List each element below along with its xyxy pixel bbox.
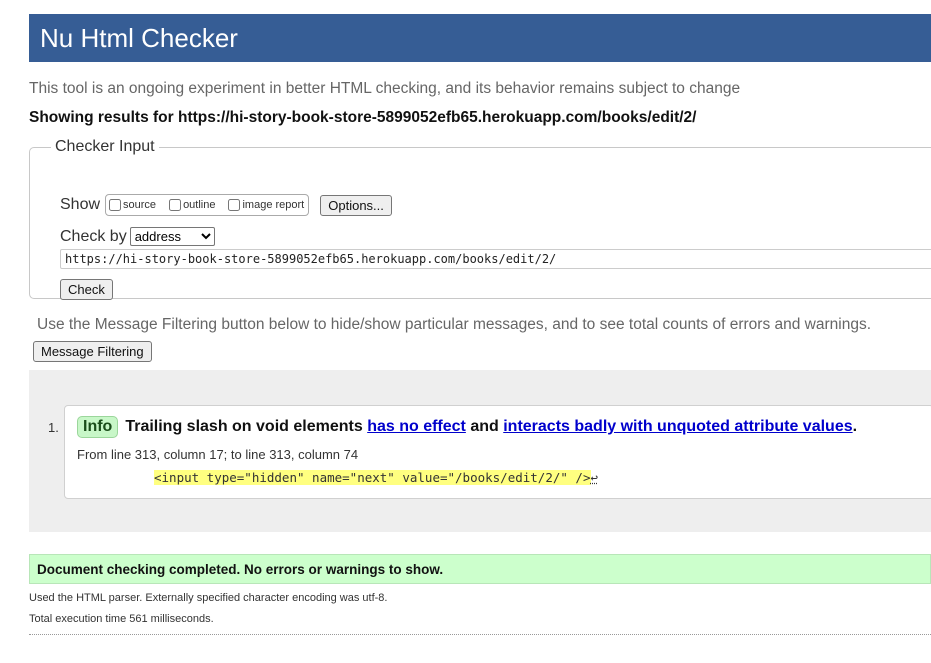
show-options-group: source outline image report bbox=[105, 194, 310, 216]
show-label: Show bbox=[60, 196, 101, 213]
app-title: Nu Html Checker bbox=[40, 23, 238, 53]
image-report-label: image report bbox=[242, 199, 305, 211]
code-highlight: <input type="hidden" name="next" value="… bbox=[154, 470, 591, 485]
intro-text: This tool is an ongoing experiment in be… bbox=[29, 80, 741, 97]
source-checkbox[interactable] bbox=[109, 199, 122, 211]
message-text-after: . bbox=[852, 418, 858, 435]
url-input[interactable] bbox=[60, 249, 931, 269]
info-badge: Info bbox=[77, 416, 119, 438]
message-line: Info Trailing slash on void elements has … bbox=[77, 416, 857, 438]
showing-results-text: Showing results for https://hi-story-boo… bbox=[29, 109, 697, 126]
message-item: Info Trailing slash on void elements has … bbox=[64, 405, 931, 499]
parser-note: Used the HTML parser. Externally specifi… bbox=[29, 592, 388, 604]
message-location: From line 313, column 17; to line 313, c… bbox=[77, 447, 359, 462]
show-image-report-option[interactable]: image report bbox=[225, 199, 304, 211]
message-text-middle: and bbox=[470, 418, 499, 435]
image-report-checkbox[interactable] bbox=[228, 199, 241, 211]
outline-label: outline bbox=[183, 199, 216, 211]
message-filtering-button[interactable]: Message Filtering bbox=[33, 341, 152, 362]
show-source-option[interactable]: source bbox=[106, 199, 156, 211]
results-panel: 1. Info Trailing slash on void elements h… bbox=[29, 370, 931, 532]
show-outline-option[interactable]: outline bbox=[166, 199, 215, 211]
page-header: Nu Html Checker bbox=[29, 14, 931, 62]
show-row: Show source outline image report Options… bbox=[60, 194, 392, 216]
success-message: Document checking completed. No errors o… bbox=[29, 554, 931, 584]
code-extract: <input type="hidden" name="next" value="… bbox=[154, 470, 598, 485]
check-by-select[interactable]: address bbox=[129, 227, 215, 246]
filter-note: Use the Message Filtering button below t… bbox=[37, 316, 872, 333]
execution-time-note: Total execution time 561 milliseconds. bbox=[29, 613, 214, 625]
bottom-divider bbox=[29, 634, 931, 635]
options-button[interactable]: Options... bbox=[320, 194, 392, 216]
checker-input-fieldset: Checker Input Show source outline image … bbox=[29, 138, 931, 300]
check-by-row: Check by address bbox=[60, 227, 215, 246]
check-button[interactable]: Check bbox=[60, 279, 113, 300]
has-no-effect-link[interactable]: has no effect bbox=[367, 418, 466, 435]
interacts-badly-link[interactable]: interacts badly with unquoted attribute … bbox=[503, 418, 852, 435]
checker-input-legend: Checker Input bbox=[55, 138, 155, 155]
outline-checkbox[interactable] bbox=[169, 199, 182, 211]
check-by-label: Check by bbox=[60, 227, 127, 245]
return-icon: ↩ bbox=[590, 470, 599, 485]
source-label: source bbox=[123, 199, 157, 211]
message-text-before: Trailing slash on void elements bbox=[125, 418, 363, 435]
message-number: 1. bbox=[48, 420, 59, 435]
